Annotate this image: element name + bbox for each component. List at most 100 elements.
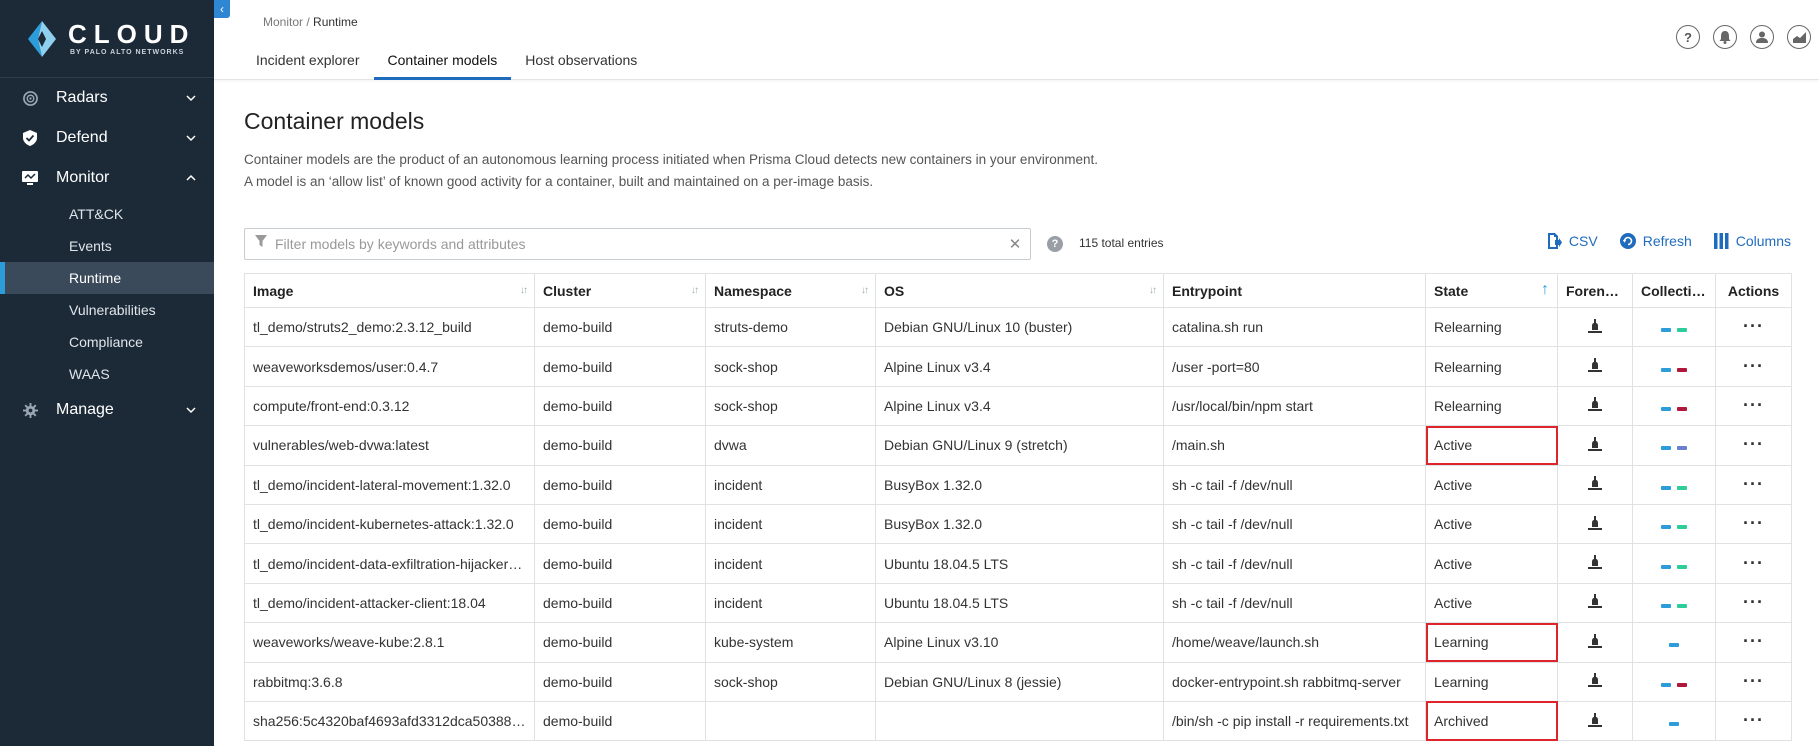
column-header-state[interactable]: State ↑ <box>1425 273 1558 308</box>
refresh-button[interactable]: Refresh <box>1619 233 1692 249</box>
more-actions-icon[interactable]: ··· <box>1743 592 1764 612</box>
shield-icon <box>22 130 38 146</box>
sidebar-subitem-waas[interactable]: WAAS <box>0 358 214 390</box>
sidebar-subitem-attack[interactable]: ATT&CK <box>0 198 214 230</box>
collections-indicator[interactable] <box>1661 603 1687 608</box>
forensic-download-icon[interactable] <box>1587 476 1603 494</box>
columns-button[interactable]: Columns <box>1713 233 1791 249</box>
sidebar-item-monitor[interactable]: Monitor <box>0 158 214 198</box>
clear-filter-icon[interactable]: ✕ <box>1000 235 1030 253</box>
cell-collections <box>1632 346 1716 387</box>
sidebar-subitem-events[interactable]: Events <box>0 230 214 262</box>
forensic-download-icon[interactable] <box>1587 318 1603 337</box>
table-row[interactable]: tl_demo/incident-kubernetes-attack:1.32.… <box>244 503 1792 545</box>
more-actions-icon[interactable]: ··· <box>1743 434 1764 454</box>
column-header-image[interactable]: Image ↓↑ <box>244 273 535 308</box>
collections-indicator[interactable] <box>1661 328 1687 333</box>
forensic-download-icon[interactable] <box>1587 555 1603 573</box>
cell-actions: ··· <box>1715 661 1792 702</box>
tab-incident-explorer[interactable]: Incident explorer <box>242 44 374 80</box>
more-actions-icon[interactable]: ··· <box>1743 710 1764 730</box>
tab-host-observations[interactable]: Host observations <box>511 44 651 80</box>
more-actions-icon[interactable]: ··· <box>1743 474 1764 494</box>
sidebar-subitem-compliance[interactable]: Compliance <box>0 326 214 358</box>
bell-icon[interactable] <box>1713 25 1737 49</box>
sidebar-subitem-runtime[interactable]: Runtime <box>0 262 214 294</box>
table-row[interactable]: tl_demo/incident-data-exfiltration-hijac… <box>244 543 1792 584</box>
forensic-download-icon[interactable] <box>1587 673 1603 691</box>
cell-state: Relearning <box>1425 346 1558 387</box>
cell-actions: ··· <box>1715 306 1792 348</box>
help-icon[interactable]: ? <box>1676 25 1700 49</box>
column-header-cluster[interactable]: Cluster ↓↑ <box>534 273 706 308</box>
sidebar-item-radars[interactable]: Radars <box>0 78 214 118</box>
more-actions-icon[interactable]: ··· <box>1743 356 1764 376</box>
collections-indicator[interactable] <box>1661 682 1687 687</box>
forensic-download-icon[interactable] <box>1587 397 1603 415</box>
cell-os: Debian GNU/Linux 10 (buster) <box>875 306 1164 348</box>
sidebar-item-manage[interactable]: Manage <box>0 390 214 430</box>
forensic-download-icon[interactable] <box>1587 712 1603 731</box>
cell-entrypoint: catalina.sh run <box>1163 306 1426 348</box>
sort-icon[interactable]: ↓↑ <box>1149 285 1157 296</box>
forensic-download-icon[interactable] <box>1587 594 1603 612</box>
more-actions-icon[interactable]: ··· <box>1743 395 1764 415</box>
sort-icon[interactable]: ↓↑ <box>861 285 869 296</box>
user-icon[interactable] <box>1750 25 1774 49</box>
cell-actions: ··· <box>1715 543 1792 584</box>
sidebar-item-defend[interactable]: Defend <box>0 118 214 158</box>
cell-cluster: demo-build <box>534 622 706 663</box>
sort-ascending-icon[interactable]: ↑ <box>1541 281 1549 299</box>
cell-forensic <box>1557 622 1633 663</box>
collections-indicator[interactable] <box>1661 564 1687 569</box>
filter-input[interactable] <box>275 236 1000 252</box>
chevron-down-icon <box>186 135 196 142</box>
table-row[interactable]: weaveworks/weave-kube:2.8.1 demo-build kub… <box>244 622 1792 663</box>
more-actions-icon[interactable]: ··· <box>1743 671 1764 691</box>
table-row[interactable]: weaveworksdemos/user:0.4.7 demo-build sock… <box>244 346 1792 387</box>
help-icon[interactable]: ? <box>1047 236 1063 252</box>
forensic-download-icon[interactable] <box>1587 515 1603 534</box>
collapse-sidebar-button[interactable]: ‹ <box>214 0 230 18</box>
columns-icon <box>1713 233 1729 249</box>
sort-icon[interactable]: ↓↑ <box>520 285 528 296</box>
tab-container-models[interactable]: Container models <box>373 44 512 80</box>
collections-indicator[interactable] <box>1661 525 1687 530</box>
cell-actions: ··· <box>1715 385 1792 427</box>
collections-indicator[interactable] <box>1661 446 1687 451</box>
column-header-namespace[interactable]: Namespace ↓↑ <box>705 273 876 308</box>
collection-color-swatch <box>1661 446 1671 451</box>
more-actions-icon[interactable]: ··· <box>1743 316 1764 336</box>
table-row[interactable]: sha256:5c4320baf4693afd3312dca50388a9e2b… <box>244 700 1792 742</box>
collection-color-swatch <box>1677 525 1687 530</box>
column-header-os[interactable]: OS ↓↑ <box>875 273 1164 308</box>
more-actions-icon[interactable]: ··· <box>1743 631 1764 651</box>
table-row[interactable]: rabbitmq:3.6.8 demo-build sock-shop Debian … <box>244 661 1792 702</box>
filter-box[interactable]: ✕ <box>244 228 1031 260</box>
table-row[interactable]: tl_demo/struts2_demo:2.3.12_build demo-bu… <box>244 306 1792 348</box>
table-row[interactable]: compute/front-end:0.3.12 demo-build sock-s… <box>244 385 1792 427</box>
more-actions-icon[interactable]: ··· <box>1743 553 1764 573</box>
forensic-download-icon[interactable] <box>1587 633 1603 652</box>
cell-namespace: incident <box>705 582 876 624</box>
column-header-entrypoint[interactable]: Entrypoint <box>1163 273 1426 308</box>
cell-forensic <box>1557 661 1633 702</box>
table-row[interactable]: vulnerables/web-dvwa:latest demo-build dvw… <box>244 425 1792 466</box>
forensic-download-icon[interactable] <box>1587 436 1603 455</box>
sort-icon[interactable]: ↓↑ <box>691 285 699 296</box>
collections-indicator[interactable] <box>1669 643 1679 648</box>
more-actions-icon[interactable]: ··· <box>1743 513 1764 533</box>
forensic-download-icon[interactable] <box>1587 358 1603 376</box>
collections-indicator[interactable] <box>1661 485 1687 490</box>
breadcrumb-parent[interactable]: Monitor <box>263 15 303 29</box>
csv-export-button[interactable]: CSV <box>1546 233 1598 249</box>
collections-indicator[interactable] <box>1661 367 1687 372</box>
table-row[interactable]: tl_demo/incident-lateral-movement:1.32.0… <box>244 464 1792 505</box>
table-row[interactable]: tl_demo/incident-attacker-client:18.04 de… <box>244 582 1792 624</box>
logo[interactable]: CLOUD BY PALO ALTO NETWORKS <box>0 0 214 78</box>
sidebar-subitem-vulnerabilities[interactable]: Vulnerabilities <box>0 294 214 326</box>
cell-image: tl_demo/incident-kubernetes-attack:1.32.… <box>244 503 535 545</box>
collections-indicator[interactable] <box>1661 406 1687 411</box>
collections-indicator[interactable] <box>1669 722 1679 727</box>
chart-icon[interactable] <box>1787 25 1811 49</box>
